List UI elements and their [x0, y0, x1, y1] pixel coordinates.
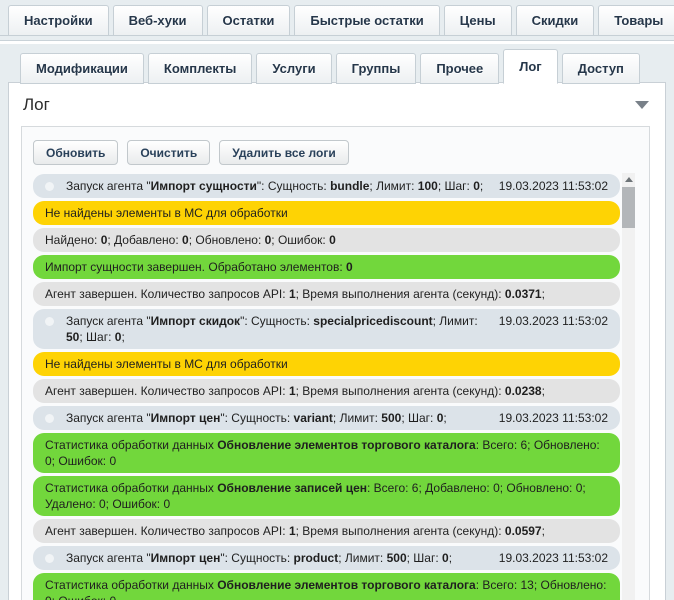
- secondary-tab-1[interactable]: Модификации: [20, 53, 144, 84]
- bullet-dot-icon: [45, 182, 54, 191]
- log-message: Импорт сущности завершен. Обработано эле…: [45, 259, 608, 275]
- log-row-info: Найдено: 0; Добавлено: 0; Обновлено: 0; …: [33, 228, 620, 252]
- refresh-button[interactable]: Обновить: [33, 140, 118, 165]
- log-message: Не найдены элементы в МС для обработки: [45, 205, 608, 221]
- log-row-header: Запуск агента "Импорт цен": Сущность: va…: [33, 406, 620, 430]
- log-message: Статистика обработки данных Обновление з…: [45, 480, 608, 512]
- clear-button[interactable]: Очистить: [127, 140, 210, 165]
- primary-tab-bar: НастройкиВеб-хукиОстаткиБыстрые остаткиЦ…: [0, 0, 674, 36]
- primary-tab-2[interactable]: Веб-хуки: [113, 5, 203, 36]
- secondary-tab-7[interactable]: Доступ: [562, 53, 640, 84]
- scrollbar-up-arrow-icon[interactable]: [622, 173, 635, 186]
- primary-tab-7[interactable]: Товары: [598, 5, 674, 36]
- primary-tab-3[interactable]: Остатки: [207, 5, 291, 36]
- log-message: Запуск агента "Импорт сущности": Сущност…: [66, 178, 487, 194]
- secondary-tab-2[interactable]: Комплекты: [148, 53, 252, 84]
- chevron-down-icon[interactable]: [635, 101, 649, 109]
- log-message: Агент завершен. Количество запросов API:…: [45, 286, 608, 302]
- bullet-dot-icon: [45, 414, 54, 423]
- secondary-tab-5[interactable]: Прочее: [420, 53, 499, 84]
- log-message: Найдено: 0; Добавлено: 0; Обновлено: 0; …: [45, 232, 608, 248]
- log-row-warning: Не найдены элементы в МС для обработки: [33, 352, 620, 376]
- log-message: Не найдены элементы в МС для обработки: [45, 356, 608, 372]
- secondary-tab-6[interactable]: Лог: [503, 49, 557, 84]
- panel-header: Лог: [9, 83, 665, 125]
- log-row-info: Агент завершен. Количество запросов API:…: [33, 519, 620, 543]
- log-message: Запуск агента "Импорт цен": Сущность: va…: [66, 410, 487, 426]
- log-row-success: Статистика обработки данных Обновление э…: [33, 573, 620, 600]
- page-title: Лог: [23, 95, 50, 115]
- primary-tab-6[interactable]: Скидки: [516, 5, 595, 36]
- log-timestamp: 19.03.2023 11:53:02: [499, 178, 608, 194]
- log-message: Статистика обработки данных Обновление э…: [45, 437, 608, 469]
- log-row-success: Статистика обработки данных Обновление з…: [33, 476, 620, 516]
- bullet-dot-icon: [45, 317, 54, 326]
- secondary-tab-4[interactable]: Группы: [336, 53, 417, 84]
- log-row-info: Агент завершен. Количество запросов API:…: [33, 282, 620, 306]
- log-panel: Лог Обновить Очистить Удалить все логи З…: [8, 82, 666, 600]
- log-toolbar: Обновить Очистить Удалить все логи: [33, 140, 649, 165]
- log-row-success: Статистика обработки данных Обновление э…: [33, 433, 620, 473]
- log-section: Обновить Очистить Удалить все логи Запус…: [21, 126, 650, 600]
- log-message: Запуск агента "Импорт цен": Сущность: pr…: [66, 550, 487, 566]
- log-message: Агент завершен. Количество запросов API:…: [45, 383, 608, 399]
- log-row-info: Агент завершен. Количество запросов API:…: [33, 379, 620, 403]
- primary-tab-5[interactable]: Цены: [444, 5, 512, 36]
- log-row-header: Запуск агента "Импорт скидок": Сущность:…: [33, 309, 620, 349]
- log-row-header: Запуск агента "Импорт сущности": Сущност…: [33, 174, 620, 198]
- log-message: Агент завершен. Количество запросов API:…: [45, 523, 608, 539]
- delete-all-logs-button[interactable]: Удалить все логи: [219, 140, 349, 165]
- primary-tab-4[interactable]: Быстрые остатки: [294, 5, 439, 36]
- log-row-success: Импорт сущности завершен. Обработано эле…: [33, 255, 620, 279]
- secondary-tab-3[interactable]: Услуги: [256, 53, 331, 84]
- scrollbar-thumb[interactable]: [622, 187, 635, 228]
- log-message: Статистика обработки данных Обновление э…: [45, 577, 608, 600]
- secondary-tab-bar: МодификацииКомплектыУслугиГруппыПрочееЛо…: [8, 49, 666, 83]
- log-scrollbar[interactable]: [622, 173, 635, 600]
- section-divider: [0, 40, 674, 44]
- log-list: Запуск агента "Импорт сущности": Сущност…: [33, 174, 620, 600]
- log-row-header: Запуск агента "Импорт цен": Сущность: pr…: [33, 546, 620, 570]
- log-timestamp: 19.03.2023 11:53:02: [499, 550, 608, 566]
- primary-tab-1[interactable]: Настройки: [8, 5, 109, 36]
- log-message: Запуск агента "Импорт скидок": Сущность:…: [66, 313, 487, 345]
- log-timestamp: 19.03.2023 11:53:02: [499, 410, 608, 426]
- bullet-dot-icon: [45, 554, 54, 563]
- page: НастройкиВеб-хукиОстаткиБыстрые остаткиЦ…: [0, 0, 674, 600]
- log-timestamp: 19.03.2023 11:53:02: [499, 313, 608, 329]
- log-row-warning: Не найдены элементы в МС для обработки: [33, 201, 620, 225]
